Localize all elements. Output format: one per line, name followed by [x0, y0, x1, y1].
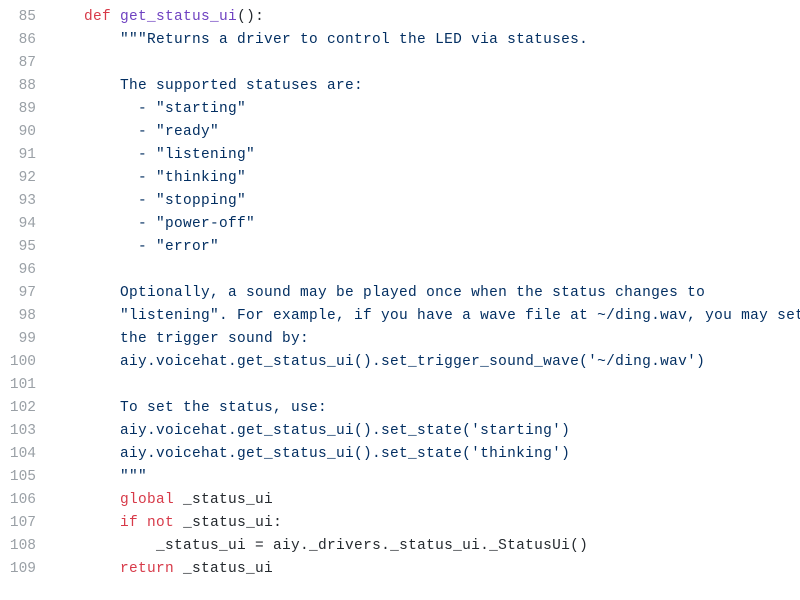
- line-number: 104: [0, 443, 48, 466]
- code-content: - "starting": [48, 98, 246, 121]
- line-number: 89: [0, 98, 48, 121]
- code-content: - "listening": [48, 144, 255, 167]
- code-line[interactable]: 89 - "starting": [0, 98, 800, 121]
- code-content: the trigger sound by:: [48, 328, 309, 351]
- code-line[interactable]: 100 aiy.voicehat.get_status_ui().set_tri…: [0, 351, 800, 374]
- code-line[interactable]: 92 - "thinking": [0, 167, 800, 190]
- line-number: 92: [0, 167, 48, 190]
- code-content: _status_ui = aiy._drivers._status_ui._St…: [48, 535, 588, 558]
- code-line[interactable]: 88 The supported statuses are:: [0, 75, 800, 98]
- code-line[interactable]: 99 the trigger sound by:: [0, 328, 800, 351]
- code-content: To set the status, use:: [48, 397, 327, 420]
- code-line[interactable]: 96: [0, 259, 800, 282]
- line-number: 108: [0, 535, 48, 558]
- code-line[interactable]: 105 """: [0, 466, 800, 489]
- line-number: 107: [0, 512, 48, 535]
- code-content: """Returns a driver to control the LED v…: [48, 29, 588, 52]
- code-line[interactable]: 90 - "ready": [0, 121, 800, 144]
- code-line[interactable]: 98 "listening". For example, if you have…: [0, 305, 800, 328]
- line-number: 109: [0, 558, 48, 581]
- line-number: 103: [0, 420, 48, 443]
- code-viewer: 85 def get_status_ui():86 """Returns a d…: [0, 6, 800, 581]
- line-number: 98: [0, 305, 48, 328]
- line-number: 88: [0, 75, 48, 98]
- line-number: 85: [0, 6, 48, 29]
- code-line[interactable]: 108 _status_ui = aiy._drivers._status_ui…: [0, 535, 800, 558]
- line-number: 97: [0, 282, 48, 305]
- code-content: The supported statuses are:: [48, 75, 363, 98]
- line-number: 94: [0, 213, 48, 236]
- code-line[interactable]: 103 aiy.voicehat.get_status_ui().set_sta…: [0, 420, 800, 443]
- code-content: aiy.voicehat.get_status_ui().set_state('…: [48, 443, 570, 466]
- code-line[interactable]: 97 Optionally, a sound may be played onc…: [0, 282, 800, 305]
- code-line[interactable]: 85 def get_status_ui():: [0, 6, 800, 29]
- code-line[interactable]: 95 - "error": [0, 236, 800, 259]
- code-line[interactable]: 102 To set the status, use:: [0, 397, 800, 420]
- code-content: - "stopping": [48, 190, 246, 213]
- code-line[interactable]: 106 global _status_ui: [0, 489, 800, 512]
- code-content: "listening". For example, if you have a …: [48, 305, 800, 328]
- code-content: - "ready": [48, 121, 219, 144]
- line-number: 101: [0, 374, 48, 397]
- line-number: 95: [0, 236, 48, 259]
- line-number: 99: [0, 328, 48, 351]
- line-number: 105: [0, 466, 48, 489]
- line-number: 90: [0, 121, 48, 144]
- code-content: - "error": [48, 236, 219, 259]
- line-number: 87: [0, 52, 48, 75]
- code-content: - "thinking": [48, 167, 246, 190]
- code-line[interactable]: 86 """Returns a driver to control the LE…: [0, 29, 800, 52]
- code-content: return _status_ui: [48, 558, 273, 581]
- code-content: aiy.voicehat.get_status_ui().set_state('…: [48, 420, 570, 443]
- line-number: 86: [0, 29, 48, 52]
- code-content: aiy.voicehat.get_status_ui().set_trigger…: [48, 351, 705, 374]
- code-line[interactable]: 94 - "power-off": [0, 213, 800, 236]
- code-content: """: [48, 466, 147, 489]
- code-line[interactable]: 109 return _status_ui: [0, 558, 800, 581]
- code-content: - "power-off": [48, 213, 255, 236]
- code-content: global _status_ui: [48, 489, 273, 512]
- code-line[interactable]: 107 if not _status_ui:: [0, 512, 800, 535]
- code-content: def get_status_ui():: [48, 6, 264, 29]
- code-line[interactable]: 87: [0, 52, 800, 75]
- line-number: 96: [0, 259, 48, 282]
- code-line[interactable]: 93 - "stopping": [0, 190, 800, 213]
- code-line[interactable]: 104 aiy.voicehat.get_status_ui().set_sta…: [0, 443, 800, 466]
- line-number: 100: [0, 351, 48, 374]
- line-number: 102: [0, 397, 48, 420]
- line-number: 106: [0, 489, 48, 512]
- code-content: if not _status_ui:: [48, 512, 282, 535]
- line-number: 91: [0, 144, 48, 167]
- code-line[interactable]: 101: [0, 374, 800, 397]
- code-line[interactable]: 91 - "listening": [0, 144, 800, 167]
- code-content: Optionally, a sound may be played once w…: [48, 282, 705, 305]
- line-number: 93: [0, 190, 48, 213]
